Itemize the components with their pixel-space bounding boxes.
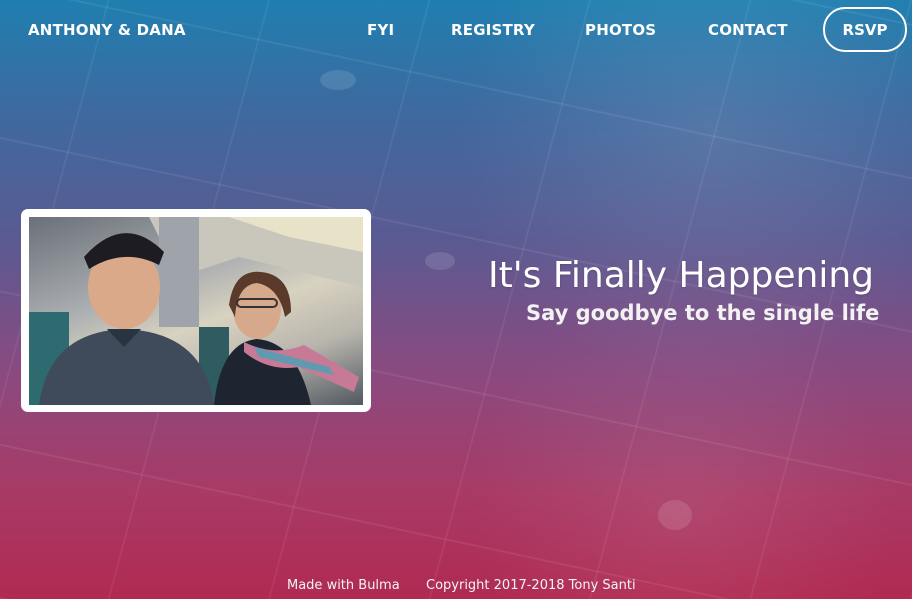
background-light [658,500,692,530]
couple-photo [29,217,363,405]
background-light [425,252,455,270]
rsvp-button[interactable]: RSVP [823,7,907,52]
nav-link-photos[interactable]: PHOTOS [585,21,656,39]
hero-title: It's Finally Happening [488,255,875,296]
nav-link-contact[interactable]: CONTACT [708,21,788,39]
brand-logo[interactable]: ANTHONY & DANA [28,21,186,39]
footer-copyright: Copyright 2017-2018 Tony Santi [426,578,636,593]
couple-photo-frame [21,209,371,412]
background-light [320,70,356,90]
hero-subtitle: Say goodbye to the single life [526,301,880,325]
navbar: ANTHONY & DANA FYI REGISTRY PHOTOS CONTA… [0,0,912,60]
nav-link-fyi[interactable]: FYI [367,21,394,39]
nav-link-registry[interactable]: REGISTRY [451,21,535,39]
footer-made-with: Made with Bulma [287,578,400,593]
